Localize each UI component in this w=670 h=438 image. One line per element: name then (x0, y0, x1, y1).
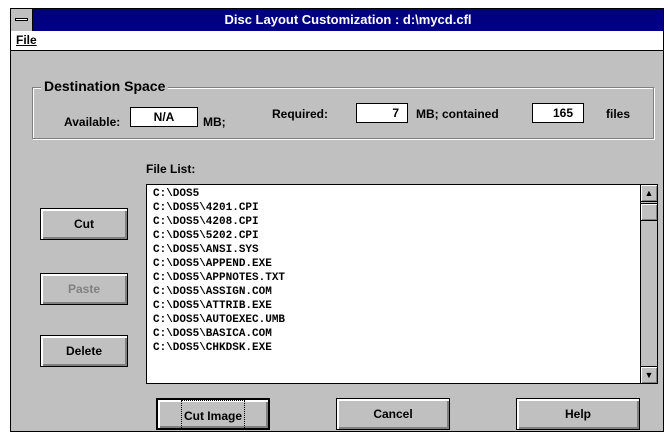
menu-file-label: File (16, 33, 37, 47)
vertical-scrollbar[interactable]: ▲ ▼ (640, 185, 657, 383)
menu-bar: File (11, 31, 663, 51)
arrow-up-icon: ▲ (644, 188, 654, 198)
cut-image-label: Cut Image (180, 400, 245, 432)
title-bar[interactable]: Disc Layout Customization : d:\mycd.cfl (11, 9, 663, 31)
cut-image-button[interactable]: Cut Image (156, 398, 270, 432)
destination-space-title: Destination Space (41, 78, 169, 94)
scroll-down-button[interactable]: ▼ (641, 366, 657, 383)
required-field: 7 (356, 103, 408, 123)
files-label: files (606, 107, 631, 121)
system-menu-button[interactable] (11, 9, 33, 31)
required-label: Required: (272, 107, 329, 121)
list-item[interactable]: C:\DOS5\ASSIGN.COM (153, 285, 640, 299)
system-menu-icon (15, 18, 28, 21)
list-item[interactable]: C:\DOS5\ANSI.SYS (153, 243, 640, 257)
available-unit: MB; (203, 115, 226, 129)
available-field: N/A (130, 107, 198, 127)
scroll-up-button[interactable]: ▲ (641, 185, 657, 202)
help-button[interactable]: Help (516, 398, 640, 430)
file-list-label: File List: (146, 162, 196, 176)
cancel-button[interactable]: Cancel (336, 398, 450, 430)
list-item[interactable]: C:\DOS5\4201.CPI (153, 201, 640, 215)
list-item[interactable]: C:\DOS5\APPEND.EXE (153, 257, 640, 271)
list-item[interactable]: C:\DOS5\5202.CPI (153, 229, 640, 243)
contained-field: 165 (532, 103, 584, 123)
list-item[interactable]: C:\DOS5\BASICA.COM (153, 327, 640, 341)
menu-file[interactable]: File (16, 33, 37, 47)
list-item[interactable]: C:\DOS5\CHKDSK.EXE (153, 341, 640, 355)
cut-button[interactable]: Cut (40, 208, 128, 240)
list-item[interactable]: C:\DOS5\4208.CPI (153, 215, 640, 229)
scroll-thumb[interactable] (641, 203, 657, 221)
window-title: Disc Layout Customization : d:\mycd.cfl (224, 12, 472, 27)
list-item[interactable]: C:\DOS5\APPNOTES.TXT (153, 271, 640, 285)
paste-button[interactable]: Paste (40, 273, 128, 305)
arrow-down-icon: ▼ (644, 370, 654, 380)
file-list-items: C:\DOS5 C:\DOS5\4201.CPI C:\DOS5\4208.CPI C… (147, 185, 640, 383)
available-label: Available: (64, 115, 121, 129)
delete-button[interactable]: Delete (40, 335, 128, 367)
list-item[interactable]: C:\DOS5\ATTRIB.EXE (153, 299, 640, 313)
file-list[interactable]: C:\DOS5 C:\DOS5\4201.CPI C:\DOS5\4208.CPI C… (146, 184, 658, 384)
list-item[interactable]: C:\DOS5 (153, 187, 640, 201)
contained-label: MB; contained (416, 107, 499, 121)
list-item[interactable]: C:\DOS5\AUTOEXEC.UMB (153, 313, 640, 327)
